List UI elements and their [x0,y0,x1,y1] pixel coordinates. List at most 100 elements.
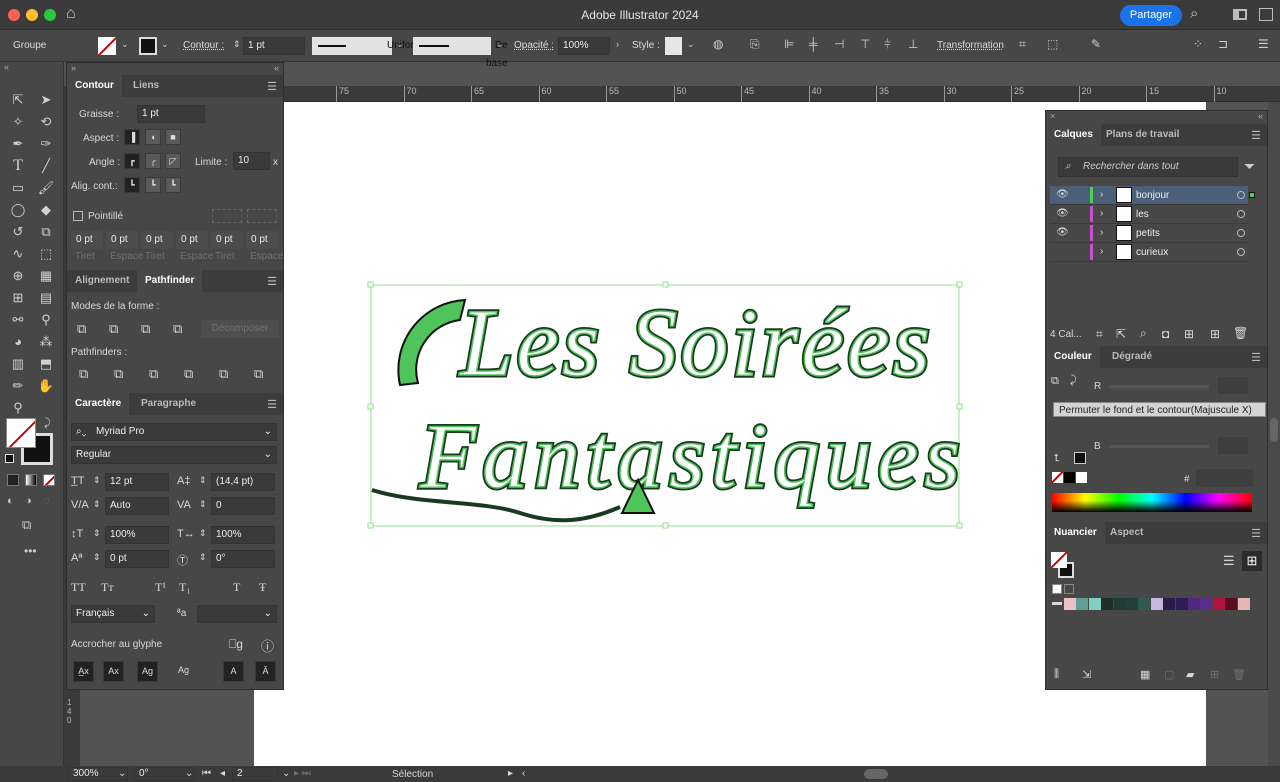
none-mode-icon[interactable] [43,474,55,486]
new-sublayer-icon[interactable]: ⊞ [1184,327,1194,341]
line-tool-icon[interactable]: ╱ [35,156,57,176]
tab-nuancier[interactable]: Nuancier [1046,522,1105,544]
color-swatch[interactable] [1076,598,1089,610]
fill-color-box[interactable] [6,418,36,448]
type-style-button[interactable]: T¹ [155,580,166,595]
brush-definition[interactable]: De base [413,37,508,69]
list-view-icon[interactable]: ☰ [1223,553,1235,569]
color-swatch[interactable] [1175,598,1188,610]
dash-input[interactable]: 0 pt [141,231,173,249]
perspective-grid-icon[interactable]: ▦ [35,266,57,286]
snap-xheight-button[interactable]: Ax [103,661,124,682]
search-icon[interactable]: ⌕ [1190,5,1198,22]
stepper-icon[interactable]: ⇕ [93,499,101,510]
unite-icon[interactable]: ⧉ [77,321,86,337]
outline-icon[interactable]: ⧉ [219,366,228,382]
chevron-right-icon[interactable]: › [1100,227,1103,238]
chevron-right-icon[interactable]: › [616,39,619,49]
bevel-join-button[interactable]: ◸ [165,153,181,169]
panel-layout-icon[interactable] [1259,8,1273,21]
curvature-tool-icon[interactable]: ✑ [35,134,57,154]
glyph-guides-icon[interactable]: ⎕g [229,637,243,652]
panel-menu-icon[interactable]: ☰ [267,80,277,93]
swap-fill-stroke-icon[interactable]: ⤸ [44,417,51,430]
collapse-icon[interactable]: « [1258,111,1263,121]
clipping-mask-icon[interactable]: ◘ [1162,327,1169,341]
chevron-down-icon[interactable]: ⌄ [185,768,193,779]
free-transform-icon[interactable]: ⬚ [35,244,57,264]
black-swatch[interactable] [1064,472,1075,483]
delete-icon[interactable]: 🗑 [1233,326,1248,340]
layer-row[interactable]: 👁 › les [1050,205,1248,224]
locate-object-icon[interactable]: ⌕ [1140,326,1147,341]
character-rotation-input[interactable]: 0° [211,550,275,568]
color-swatch[interactable] [1188,598,1200,610]
share-button[interactable]: Partager [1120,5,1182,26]
type-style-button[interactable]: Ŧ [259,580,266,595]
grid-icon[interactable]: ⁘ [1193,37,1203,51]
horizontal-scrollbar-thumb[interactable] [864,769,888,779]
select-similar-icon[interactable]: ⬚ [1047,37,1058,51]
stepper-icon[interactable]: ⇕ [233,39,241,50]
opacity-label[interactable]: Opacité : [514,40,554,51]
transformation-button[interactable]: Transformation [937,40,1004,51]
collapse-icon[interactable]: « [4,62,9,72]
align-inside-button[interactable]: ┗ [145,177,161,193]
dash-input[interactable]: 0 pt [176,231,208,249]
target-icon[interactable] [1237,210,1245,218]
pen-tool-icon[interactable]: ✒ [7,134,29,154]
chevron-down-icon[interactable]: ⌄ [121,39,129,50]
artboard-tool-icon[interactable]: ⬒ [35,354,57,374]
gradient-mode-icon[interactable] [25,474,37,486]
channel-b-slider[interactable] [1109,445,1209,448]
info-icon[interactable]: ⓘ [261,636,274,655]
merge-icon[interactable]: ⧉ [149,366,158,382]
antialias-select[interactable]: ⌄ [197,605,277,623]
default-colors-icon[interactable]: ⧉ [1051,375,1059,388]
color-swatch[interactable] [1150,598,1163,610]
stepper-icon[interactable]: ⇕ [93,475,101,486]
graphic-style-swatch[interactable] [665,37,682,55]
recolor-artwork-icon[interactable]: ◍ [713,37,723,51]
selection-tool-icon[interactable]: ⇱ [7,90,29,110]
square-cap-button[interactable]: ■ [165,129,181,145]
baseline-shift-input[interactable]: 0 pt [105,550,169,568]
shaper-tool-icon[interactable]: ◯ [7,200,29,220]
target-icon[interactable] [1237,191,1245,199]
align-middle-icon[interactable]: ⫩ [884,37,891,52]
fill-indicator[interactable] [1051,552,1067,568]
opacity-input[interactable]: 100% [558,37,610,55]
vertical-scale-input[interactable]: 100% [105,526,169,544]
stroke-color-box[interactable] [1074,452,1086,464]
direct-selection-tool-icon[interactable]: ➤ [35,90,57,110]
symbol-sprayer-icon[interactable]: ⁂ [35,332,57,352]
dash-input[interactable]: 0 pt [71,231,103,249]
tab-plans-de-travail[interactable]: Plans de travail [1098,124,1187,146]
intersect-icon[interactable]: ⧉ [141,321,150,337]
more-options-icon[interactable]: ☰ [1258,37,1269,51]
graph-tool-icon[interactable]: ▥ [7,354,29,374]
channel-r-input[interactable] [1218,377,1248,394]
color-mode-icon[interactable] [7,474,19,486]
out-of-gamut-icon[interactable]: ⮤ [1054,453,1060,464]
magic-wand-icon[interactable]: ✧ [7,112,29,132]
color-swatch[interactable] [1225,598,1238,610]
previous-artboard-icon[interactable]: ◂ [220,768,225,779]
arrange-icon[interactable]: ⊐ [1218,37,1228,51]
align-center-button[interactable]: ┗ [124,177,140,193]
tab-contour[interactable]: Contour [67,75,122,97]
eye-icon[interactable]: 👁 [1056,227,1069,238]
collect-export-icon[interactable]: ⌗ [1096,327,1103,342]
swatch-options-icon[interactable]: ▢ [1164,668,1174,681]
color-swatch[interactable] [1126,598,1138,610]
new-color-group-icon[interactable]: ▰ [1186,668,1194,681]
status-menu-icon[interactable]: ▸ [508,768,513,779]
stepper-icon[interactable]: ⇕ [199,499,207,510]
color-swatch[interactable] [1101,598,1114,610]
chevron-down-icon[interactable]: ⌄ [118,768,126,779]
round-cap-button[interactable]: ◖ [145,129,161,145]
tab-liens[interactable]: Liens [125,75,167,97]
target-icon[interactable] [1237,248,1245,256]
rotate-tool-icon[interactable]: ↺ [7,222,29,242]
tab-aspect[interactable]: Aspect [1102,522,1151,544]
